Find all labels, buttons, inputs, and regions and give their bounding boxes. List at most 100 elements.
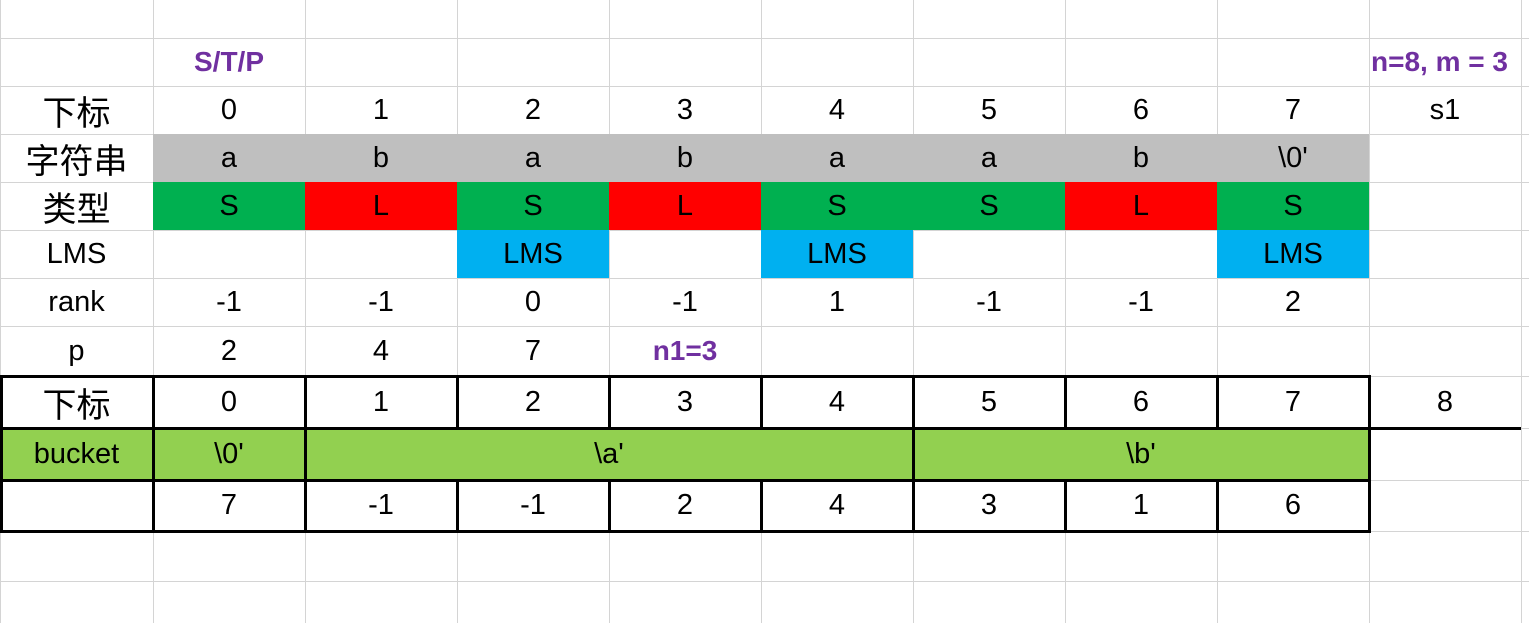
- n-m-label: n=8, m = 3: [1371, 46, 1508, 77]
- rank-cell-2: 0: [524, 285, 542, 318]
- index-cell-1: 1: [372, 93, 390, 126]
- string-cell-0: a: [153, 134, 305, 182]
- rank-cell-0: -1: [216, 285, 242, 318]
- string-row-label: 字符串: [25, 141, 128, 182]
- table-value-cell-0: 7: [220, 489, 238, 521]
- grid-hline: [0, 581, 1529, 582]
- spreadsheet: S/T/P n=8, m = 3 下标 01234567 s1 字符串 abab…: [0, 0, 1529, 623]
- table-border-top: [0, 375, 1369, 378]
- table-value-cell-2: -1: [520, 489, 546, 521]
- rank-cell-7: 2: [1284, 285, 1302, 318]
- index-cell-0: 0: [220, 93, 238, 126]
- p-cell-1: 4: [372, 334, 390, 367]
- table-vline: [1216, 375, 1219, 430]
- p-cell-0: 2: [220, 334, 238, 367]
- n1-note: n1=3: [652, 335, 718, 366]
- index-cell-5: 5: [980, 93, 998, 126]
- table-vline: [152, 427, 155, 482]
- table-index-label: 下标: [42, 385, 111, 426]
- lms-cell-7: LMS: [1217, 230, 1369, 278]
- p-cell-2: 7: [524, 334, 542, 367]
- table-value-cell-1: -1: [368, 489, 394, 521]
- table-vline: [1064, 479, 1067, 533]
- type-cell-0: S: [153, 182, 305, 230]
- table-index-cell-2: 2: [524, 385, 542, 418]
- lms-cell-3: [609, 230, 761, 278]
- table-vline: [1368, 375, 1371, 430]
- table-vline: [912, 375, 915, 430]
- lms-cell-5: [913, 230, 1065, 278]
- table-vline: [912, 479, 915, 533]
- string-cell-3: b: [609, 134, 761, 182]
- type-cell-4: S: [761, 182, 913, 230]
- table-index-cell-1: 1: [372, 385, 390, 418]
- table-value-cell-3: 2: [676, 489, 694, 521]
- table-vline: [0, 427, 3, 482]
- bucket-b: \b': [913, 428, 1369, 480]
- bucket-null: \0': [153, 428, 305, 480]
- table-index-cell-4: 4: [828, 385, 846, 418]
- string-cell-1: b: [305, 134, 457, 182]
- index-cell-4: 4: [828, 93, 846, 126]
- rank-cell-5: -1: [976, 285, 1002, 318]
- table-value-cell-7: 6: [1284, 489, 1302, 521]
- table-vline: [912, 427, 915, 482]
- lms-row-label: LMS: [46, 237, 107, 270]
- table-vline: [0, 479, 3, 533]
- table-vline: [1216, 479, 1219, 533]
- table-border-bucket: [0, 479, 1369, 482]
- lms-cell-0: [153, 230, 305, 278]
- string-cell-5: a: [913, 134, 1065, 182]
- table-vline: [608, 375, 611, 430]
- table-vline: [1368, 479, 1371, 533]
- type-row-label: 类型: [42, 189, 111, 230]
- table-value-cell-5: 3: [980, 489, 998, 521]
- table-value-cell-4: 4: [828, 489, 846, 521]
- rank-cell-6: -1: [1128, 285, 1154, 318]
- table-vline: [304, 375, 307, 430]
- rank-cell-3: -1: [672, 285, 698, 318]
- type-cell-2: S: [457, 182, 609, 230]
- lms-cell-2: LMS: [457, 230, 609, 278]
- table-vline: [152, 375, 155, 430]
- index-row-label: 下标: [42, 93, 111, 134]
- grid-vline: [1521, 0, 1522, 623]
- s1-label: s1: [1429, 93, 1461, 126]
- table-index-cell-3: 3: [676, 385, 694, 418]
- table-index-cell-8: 8: [1436, 385, 1454, 418]
- table-vline: [304, 479, 307, 533]
- lms-cell-1: [305, 230, 457, 278]
- table-index-cell-0: 0: [220, 385, 238, 418]
- table-vline: [0, 375, 3, 430]
- table-vline: [152, 479, 155, 533]
- table-value-cell-6: 1: [1132, 489, 1150, 521]
- string-cell-7: \0': [1217, 134, 1369, 182]
- table-vline: [1064, 375, 1067, 430]
- rank-cell-1: -1: [368, 285, 394, 318]
- index-cell-7: 7: [1284, 93, 1302, 126]
- table-border-bottom: [0, 530, 1369, 533]
- bucket-a: \a': [305, 428, 913, 480]
- type-cell-1: L: [305, 182, 457, 230]
- table-index-cell-7: 7: [1284, 385, 1302, 418]
- lms-cell-6: [1065, 230, 1217, 278]
- table-vline: [608, 479, 611, 533]
- table-vline: [456, 375, 459, 430]
- table-vline: [304, 427, 307, 482]
- table-vline: [760, 479, 763, 533]
- table-vline: [760, 375, 763, 430]
- table-vline: [456, 479, 459, 533]
- table-index-cell-5: 5: [980, 385, 998, 418]
- index-cell-6: 6: [1132, 93, 1150, 126]
- table-index-cell-6: 6: [1132, 385, 1150, 418]
- bucket-label: bucket: [0, 428, 153, 480]
- rank-cell-4: 1: [828, 285, 846, 318]
- type-cell-7: S: [1217, 182, 1369, 230]
- lms-cell-4: LMS: [761, 230, 913, 278]
- index-cell-3: 3: [676, 93, 694, 126]
- p-row-label: p: [68, 334, 85, 367]
- stp-label: S/T/P: [193, 46, 264, 77]
- rank-row-label: rank: [48, 285, 105, 318]
- table-vline: [1368, 427, 1371, 482]
- string-cell-6: b: [1065, 134, 1217, 182]
